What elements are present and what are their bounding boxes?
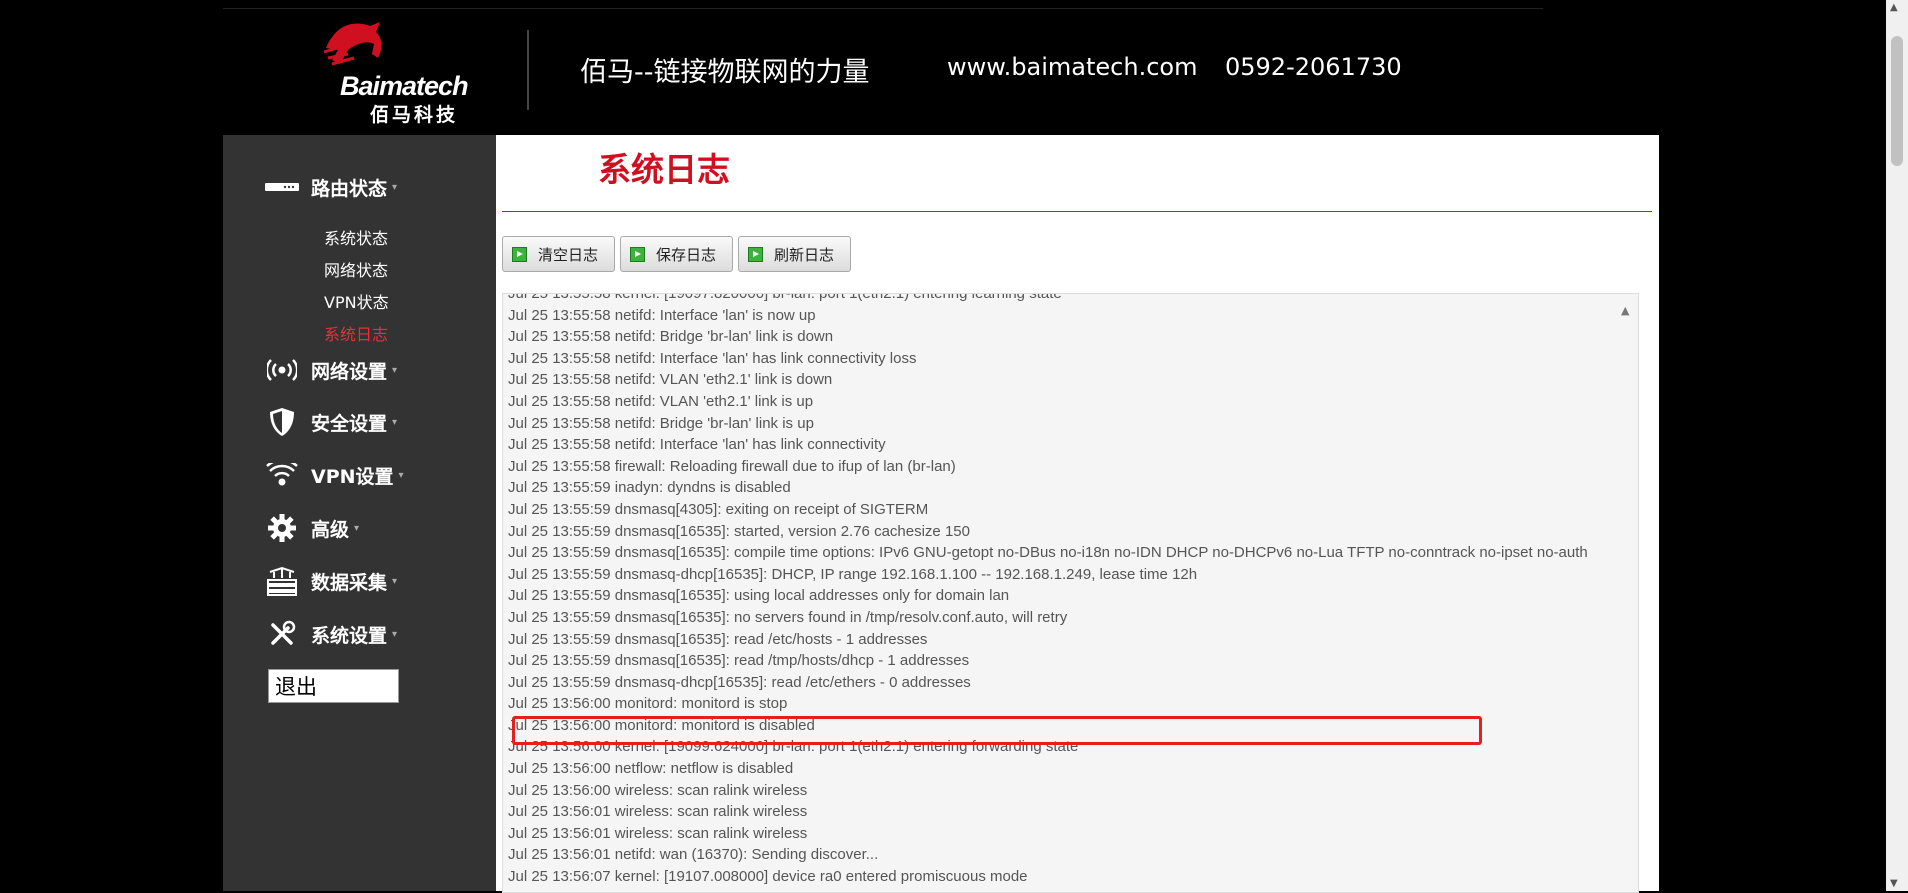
log-line: Jul 25 13:55:59 dnsmasq[16535]: read /et… <box>508 630 928 648</box>
log-line: Jul 25 13:56:00 netflow: netflow is disa… <box>508 760 794 778</box>
log-line: Jul 25 13:55:58 netifd: VLAN 'eth2.1' li… <box>508 371 833 389</box>
nav-section-security-settings[interactable]: 安全设置 ▾ <box>263 407 397 437</box>
nav-section-label: 数据采集 <box>311 571 388 594</box>
nav-section-router-status[interactable]: 路由状态 ▾ <box>263 172 397 202</box>
log-line: Jul 25 13:55:58 netifd: Interface 'lan' … <box>508 436 886 454</box>
chevron-down-icon: ▾ <box>392 628 398 640</box>
log-line: Jul 25 13:55:58 netifd: Interface 'lan' … <box>508 349 917 367</box>
scroll-up-arrow-icon[interactable]: ▲ <box>1621 304 1629 317</box>
nav-section-label: 安全设置 <box>311 412 388 435</box>
nav-section-vpn-settings[interactable]: VPN设置 ▾ <box>263 460 404 490</box>
log-line: Jul 25 13:55:58 netifd: Bridge 'br-lan' … <box>508 414 814 432</box>
scroll-up-arrow-icon[interactable]: ▲ <box>1890 2 1898 13</box>
play-icon <box>512 246 527 262</box>
log-line: Jul 25 13:56:01 wireless: scan ralink wi… <box>508 803 808 821</box>
nav-section-system-settings[interactable]: 系统设置 ▾ <box>263 619 397 649</box>
play-icon <box>630 246 646 262</box>
log-line: Jul 25 13:56:01 netifd: wan (16370): Sen… <box>508 846 879 864</box>
log-line: Jul 25 13:55:59 dnsmasq-dhcp[16535]: rea… <box>508 673 971 691</box>
log-line: Jul 25 13:56:01 wireless: scan ralink wi… <box>508 824 808 842</box>
chevron-down-icon: ▾ <box>392 364 398 376</box>
chevron-down-icon: ▾ <box>398 469 404 481</box>
header-phone: 0592-2061730 <box>1225 53 1402 81</box>
button-label: 清空日志 <box>538 245 599 264</box>
log-line: Jul 25 13:55:58 kernel: [19097.820000] b… <box>508 293 1062 302</box>
chevron-down-icon: ▾ <box>354 522 360 534</box>
log-line: Jul 25 13:55:59 dnsmasq[16535]: compile … <box>508 544 1588 562</box>
page-title: 系统日志 <box>598 150 730 189</box>
page-scrollbar[interactable]: ▲ ▼ <box>1886 0 1908 891</box>
log-line: Jul 25 13:55:58 netifd: Bridge 'br-lan' … <box>508 328 834 346</box>
log-line: Jul 25 13:56:07 kernel: [19107.008000] d… <box>508 868 1028 886</box>
sidebar-item-system-status[interactable]: 系统状态 <box>324 225 388 249</box>
scroll-down-arrow-icon[interactable]: ▼ <box>1890 878 1898 889</box>
nav-section-data-collection[interactable]: 数据采集 ▾ <box>263 566 397 596</box>
log-line: Jul 25 13:55:58 firewall: Reloading fire… <box>508 457 956 475</box>
log-lines: Jul 25 13:55:58 kernel: [19097.820000] b… <box>503 293 1628 892</box>
nav-section-label: 高级 <box>311 518 350 541</box>
log-line: Jul 25 13:55:59 inadyn: dyndns is disabl… <box>508 479 791 497</box>
chevron-down-icon: ▾ <box>392 181 398 193</box>
clear-log-button[interactable]: 清空日志 <box>502 236 616 272</box>
log-toolbar: 清空日志 保存日志 刷新日志 <box>502 236 852 272</box>
wireless-signal-icon <box>263 355 301 385</box>
tools-icon <box>263 619 301 649</box>
log-line: Jul 25 13:55:59 dnsmasq[4305]: exiting o… <box>508 500 929 518</box>
logo-chinese-name: 佰马科技 <box>370 104 459 126</box>
save-log-button[interactable]: 保存日志 <box>620 236 734 272</box>
log-line: Jul 25 13:55:59 dnsmasq[16535]: read /tm… <box>508 652 970 670</box>
log-line: Jul 25 13:55:58 netifd: Interface 'lan' … <box>508 306 816 324</box>
log-line: Jul 25 13:55:59 dnsmasq[16535]: using lo… <box>508 587 1010 605</box>
log-scrollbar[interactable]: ▲ <box>1616 294 1638 892</box>
sidebar-item-network-status[interactable]: 网络状态 <box>324 257 388 281</box>
scrollbar-thumb[interactable] <box>1891 36 1903 166</box>
shield-icon <box>263 407 301 437</box>
header-top-line <box>223 8 1543 9</box>
wifi-icon <box>263 460 301 490</box>
data-collect-icon <box>263 566 301 596</box>
sidebar-item-system-log[interactable]: 系统日志 <box>324 321 388 345</box>
horse-logo-icon <box>323 22 382 66</box>
chevron-down-icon: ▾ <box>392 575 398 587</box>
sidebar-item-vpn-status[interactable]: VPN状态 <box>324 289 389 313</box>
header-website: www.baimatech.com <box>947 53 1198 81</box>
nav-section-label: 系统设置 <box>311 624 388 647</box>
play-icon <box>748 246 764 262</box>
nav-section-label: VPN设置 <box>311 465 394 488</box>
log-textarea[interactable]: Jul 25 13:55:58 kernel: [19097.820000] b… <box>502 293 1639 893</box>
highlight-box <box>512 716 1482 745</box>
button-label: 保存日志 <box>656 245 717 264</box>
log-line: Jul 25 13:56:00 monitord: monitord is st… <box>508 695 788 713</box>
nav-section-network-settings[interactable]: 网络设置 ▾ <box>263 355 397 385</box>
nav-section-label: 网络设置 <box>311 360 388 383</box>
chevron-down-icon: ▾ <box>392 416 398 428</box>
logout-button[interactable]: 退出 <box>268 669 399 703</box>
nav-section-label: 路由状态 <box>311 177 388 200</box>
router-icon <box>263 172 301 202</box>
log-line: Jul 25 13:55:58 netifd: VLAN 'eth2.1' li… <box>508 392 814 410</box>
nav-section-advanced[interactable]: 高级 ▾ <box>263 513 359 543</box>
sidebar: 路由状态 ▾ 系统状态 网络状态 VPN状态 系统日志 网络设置 ▾ 安全设置 … <box>223 135 496 891</box>
log-line: Jul 25 13:56:07 kernel: [19107.012000] b… <box>503 888 1628 892</box>
log-line: Jul 25 13:55:59 dnsmasq[16535]: no serve… <box>508 608 1068 626</box>
log-line: Jul 25 13:55:59 dnsmasq-dhcp[16535]: DHC… <box>508 565 1198 583</box>
title-divider <box>502 211 1652 212</box>
log-line: Jul 25 13:56:00 wireless: scan ralink wi… <box>508 781 808 799</box>
button-label: 刷新日志 <box>774 245 835 264</box>
header-divider <box>527 30 529 110</box>
logo-wordmark: Baimatech <box>340 71 469 101</box>
refresh-log-button[interactable]: 刷新日志 <box>738 236 852 272</box>
header-slogan: 佰马--链接物联网的力量 <box>580 57 870 88</box>
site-header: Baimatech 佰马科技 佰马--链接物联网的力量 www.baimatec… <box>223 8 1659 135</box>
baimatech-logo: Baimatech 佰马科技 <box>278 18 469 126</box>
log-line: Jul 25 13:55:59 dnsmasq[16535]: started,… <box>508 522 970 540</box>
gear-icon <box>263 513 301 543</box>
main-content: 系统日志 清空日志 保存日志 刷新日志 Jul 25 13:55:58 kern… <box>496 135 1659 893</box>
